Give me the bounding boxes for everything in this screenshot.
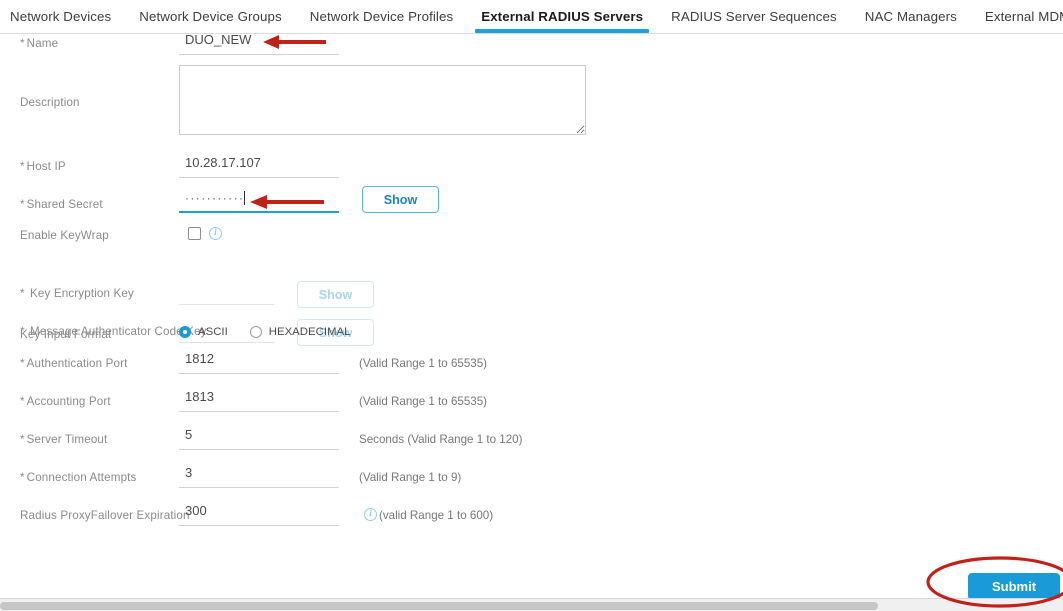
server-timeout-label: * Server Timeout <box>20 433 108 446</box>
external-radius-servers-page: Network Devices Network Device Groups Ne… <box>0 0 1063 611</box>
required-asterisk: * <box>20 287 25 300</box>
tab-label: NAC Managers <box>864 9 957 24</box>
key-input-format-label: Key Input Format <box>20 328 112 341</box>
shared-secret-input[interactable]: ··········· <box>179 190 339 213</box>
accounting-port-label: * Accounting Port <box>20 395 111 408</box>
description-textarea[interactable] <box>179 65 586 135</box>
authentication-port-input[interactable] <box>179 351 339 374</box>
required-asterisk: * <box>20 395 25 408</box>
host-ip-label: * Host IP <box>20 160 66 173</box>
submit-button[interactable]: Submit <box>968 573 1060 600</box>
required-asterisk: * <box>20 198 25 211</box>
required-asterisk: * <box>20 433 25 446</box>
radio-ascii[interactable] <box>179 326 191 338</box>
required-asterisk: * <box>20 357 25 370</box>
info-icon[interactable]: i <box>209 227 222 240</box>
text-caret <box>244 191 245 205</box>
tab-external-radius-servers[interactable]: External RADIUS Servers <box>467 0 657 33</box>
accounting-port-hint: (Valid Range 1 to 65535) <box>359 395 488 408</box>
info-icon[interactable]: i <box>364 508 377 521</box>
tab-external-mdm[interactable]: External MDM <box>971 0 1063 33</box>
radius-proxy-failover-expiration-input[interactable] <box>179 503 339 526</box>
key-encryption-key-input[interactable] <box>179 282 274 305</box>
radius-proxy-failover-expiration-label: Radius ProxyFailover Expiration <box>20 509 190 522</box>
tab-label: External RADIUS Servers <box>481 9 644 24</box>
tab-label: Network Devices <box>10 9 112 24</box>
tab-label: Network Device Profiles <box>309 9 454 24</box>
tab-radius-server-sequences[interactable]: RADIUS Server Sequences <box>657 0 851 33</box>
tab-label: Network Device Groups <box>139 9 282 24</box>
accounting-port-input[interactable] <box>179 389 339 412</box>
horizontal-scrollbar[interactable] <box>0 598 1063 611</box>
enable-keywrap-checkbox[interactable] <box>188 227 201 240</box>
host-ip-input[interactable] <box>179 155 339 178</box>
key-encryption-key-show-button[interactable]: Show <box>297 281 374 308</box>
server-timeout-input[interactable] <box>179 427 339 450</box>
key-input-format-radio-group: ASCII HEXADECIMAL <box>179 326 372 338</box>
horizontal-scrollbar-thumb[interactable] <box>0 602 878 610</box>
tab-nac-managers[interactable]: NAC Managers <box>851 0 971 33</box>
tab-network-device-profiles[interactable]: Network Device Profiles <box>296 0 467 33</box>
authentication-port-hint: (Valid Range 1 to 65535) <box>359 357 488 370</box>
key-encryption-key-label: * Key Encryption Key <box>20 287 134 300</box>
connection-attempts-input[interactable] <box>179 465 339 488</box>
name-label: * Name <box>20 37 59 50</box>
shared-secret-label: * Shared Secret <box>20 198 103 211</box>
connection-attempts-label: * Connection Attempts <box>20 471 137 484</box>
tab-network-devices[interactable]: Network Devices <box>0 0 125 33</box>
radio-hexadecimal[interactable] <box>249 326 262 338</box>
description-label: Description <box>20 96 80 109</box>
name-input[interactable] <box>179 32 339 55</box>
required-asterisk: * <box>20 471 25 484</box>
tab-label: External MDM <box>984 9 1063 24</box>
primary-tab-bar: Network Devices Network Device Groups Ne… <box>0 0 1063 34</box>
server-timeout-hint: Seconds (Valid Range 1 to 120) <box>359 433 523 446</box>
shared-secret-show-button[interactable]: Show <box>362 186 439 213</box>
radio-ascii-label: ASCII <box>198 326 228 338</box>
required-asterisk: * <box>20 37 25 50</box>
connection-attempts-hint: (Valid Range 1 to 9) <box>359 471 462 484</box>
enable-keywrap-label: Enable KeyWrap <box>20 229 109 242</box>
radio-hexadecimal-label: HEXADECIMAL <box>268 326 351 338</box>
tab-label: RADIUS Server Sequences <box>671 9 837 24</box>
authentication-port-label: * Authentication Port <box>20 357 128 370</box>
tab-network-device-groups[interactable]: Network Device Groups <box>125 0 296 33</box>
radius-proxy-failover-expiration-hint: (valid Range 1 to 600) <box>379 509 494 522</box>
required-asterisk: * <box>20 160 25 173</box>
shared-secret-masked-value: ··········· <box>185 191 245 205</box>
